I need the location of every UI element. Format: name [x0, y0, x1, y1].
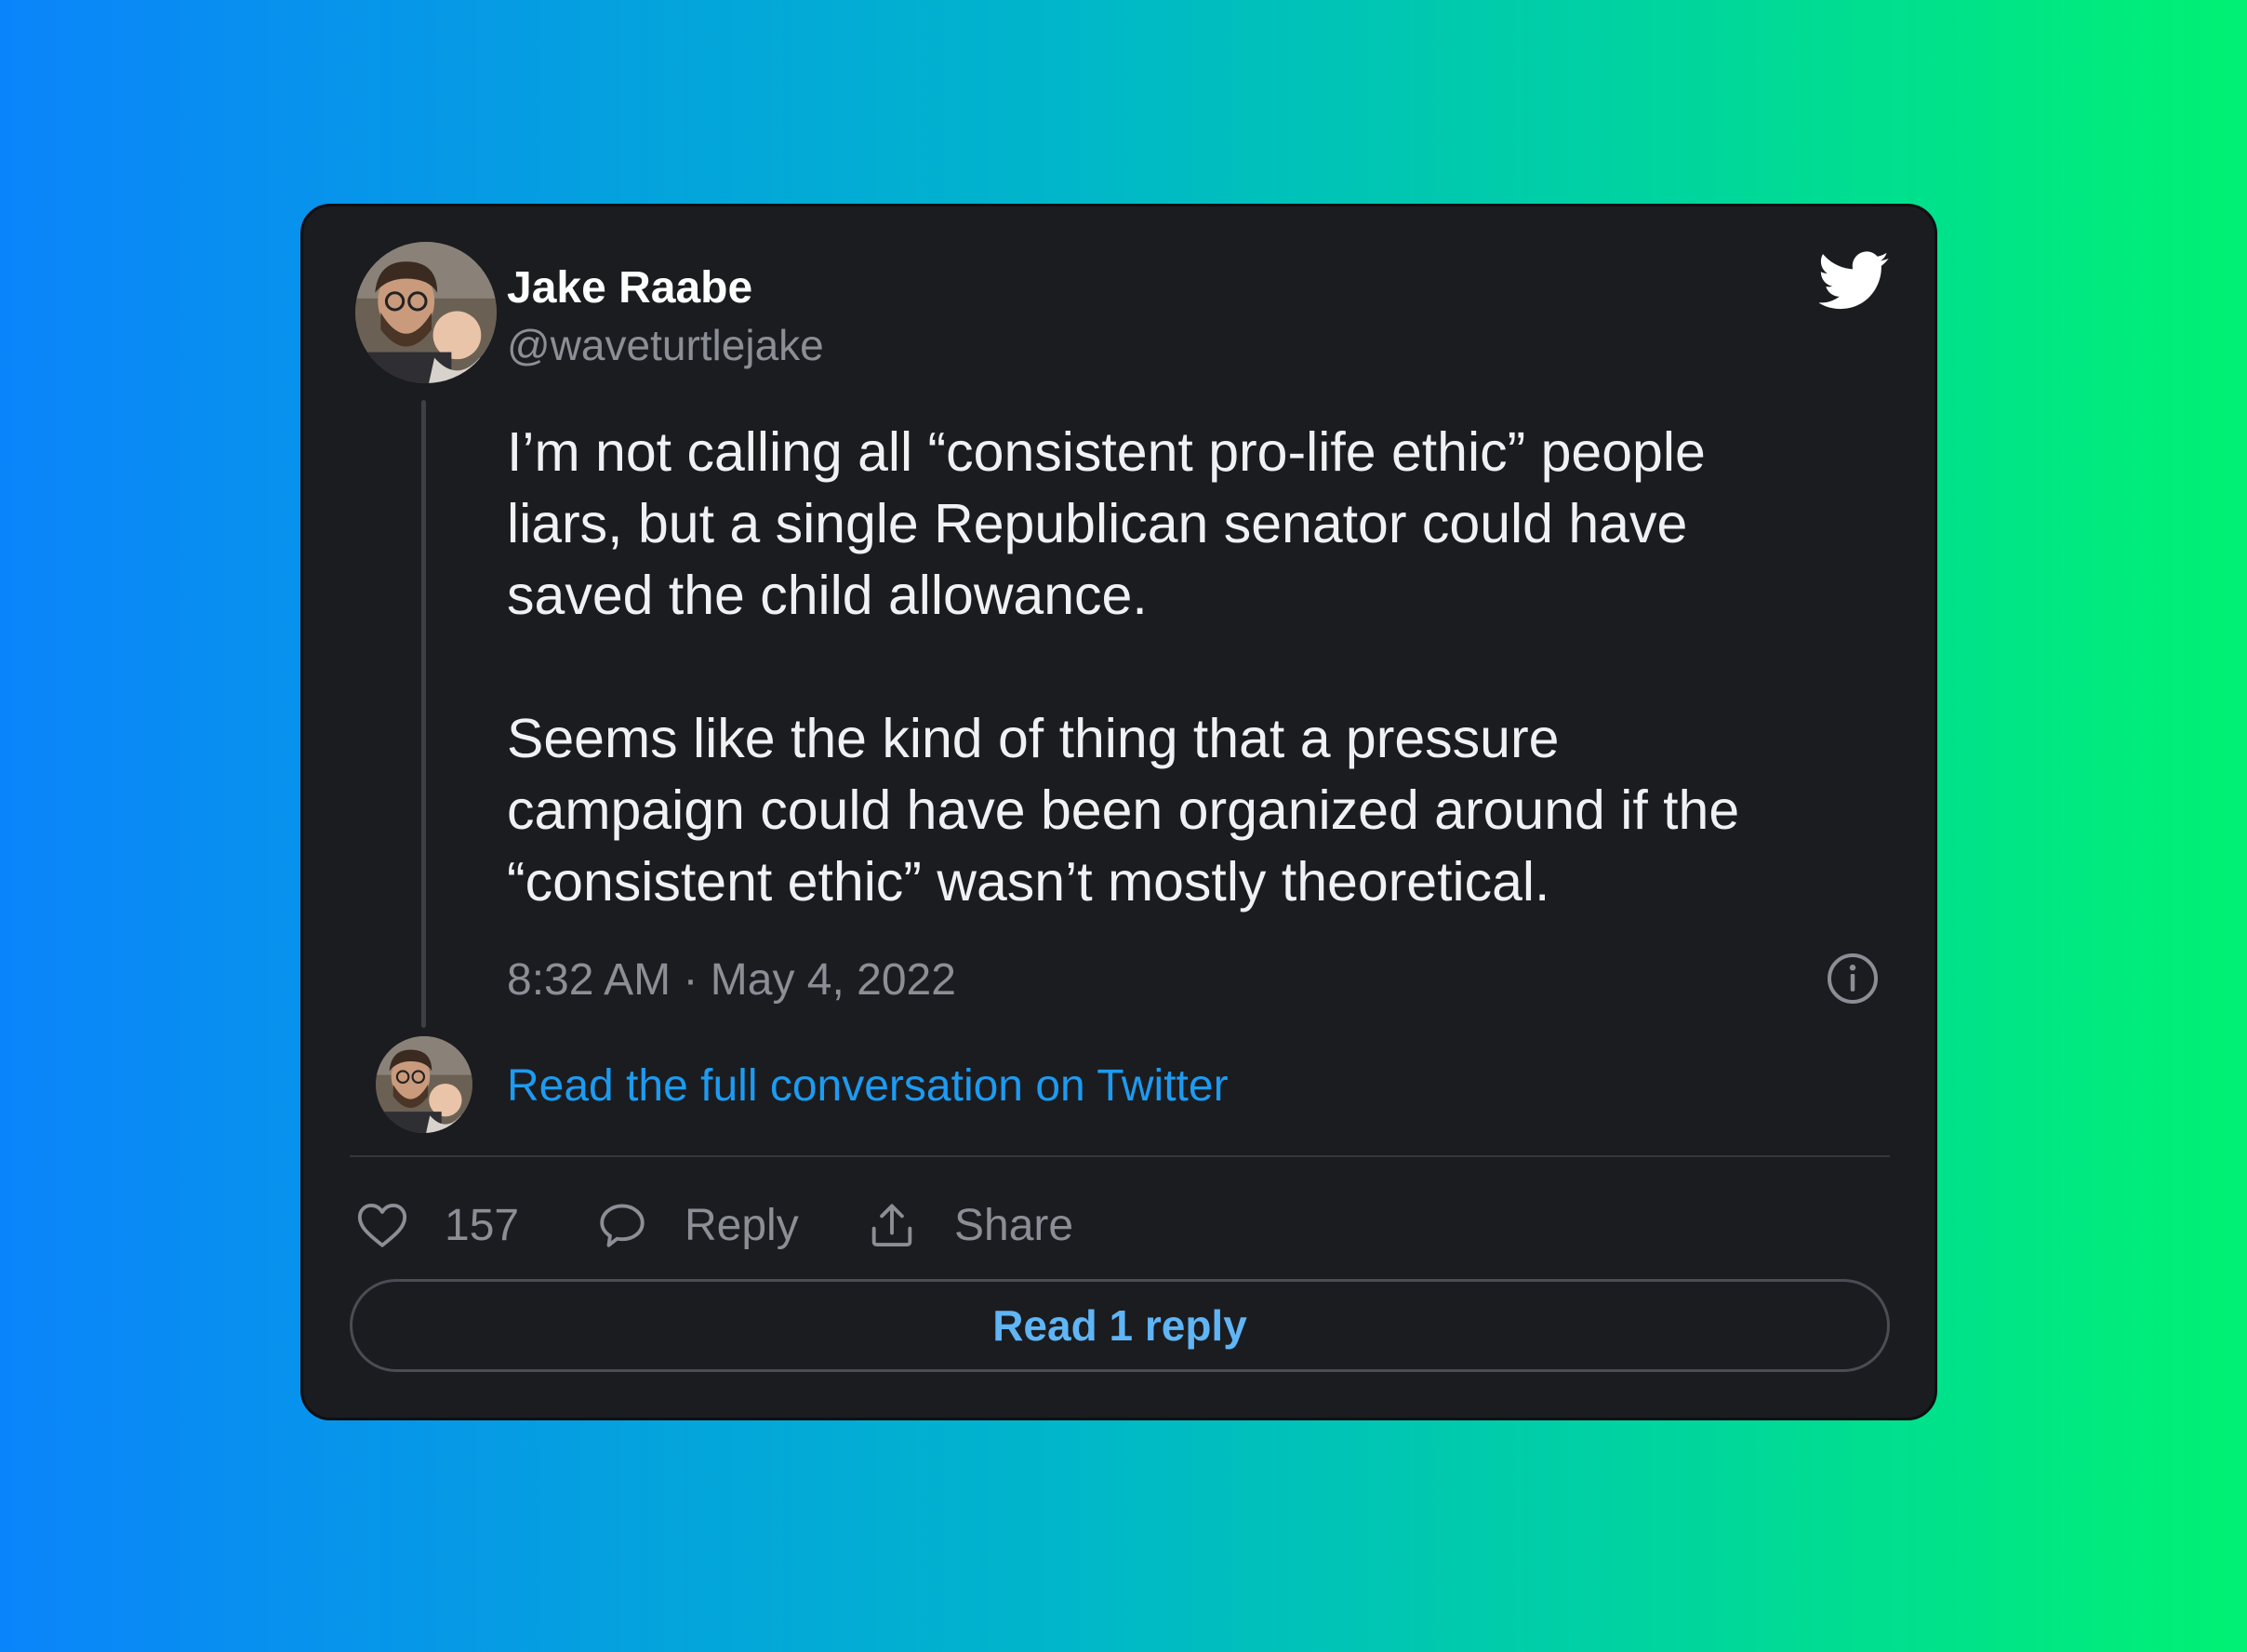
tweet-body: I’m not calling all “consistent pro-life… [507, 417, 1902, 918]
tweet-paragraph: I’m not calling all “consistent pro-life… [507, 421, 1706, 626]
like-count: 157 [445, 1200, 520, 1250]
share-upload-icon [871, 1204, 912, 1246]
thread-connector-line [421, 400, 426, 1028]
author-avatar-image [355, 242, 497, 383]
tweet-card: Jake Raabe @waveturtlejake I’m not calli… [300, 204, 1937, 1420]
reply-label: Reply [685, 1200, 799, 1250]
conversation-avatar-image [376, 1036, 472, 1133]
read-replies-button[interactable]: Read 1 reply [350, 1279, 1890, 1372]
divider [350, 1155, 1890, 1157]
tweet-timestamp[interactable]: 8:32 AM · May 4, 2022 [507, 954, 956, 1006]
author-handle[interactable]: @waveturtlejake [507, 320, 824, 370]
info-icon[interactable] [1825, 951, 1881, 1006]
reply-button[interactable]: Reply [595, 1192, 799, 1258]
author-name[interactable]: Jake Raabe [507, 262, 752, 313]
twitter-bird-icon[interactable] [1819, 251, 1890, 311]
conversation-avatar[interactable] [376, 1036, 472, 1133]
like-button[interactable]: 157 [355, 1192, 519, 1258]
speech-bubble-icon [600, 1204, 645, 1247]
author-avatar[interactable] [355, 242, 497, 383]
read-full-conversation-link[interactable]: Read the full conversation on Twitter [507, 1060, 1229, 1112]
heart-icon [357, 1204, 407, 1247]
tweet-paragraph: Seems like the kind of thing that a pres… [507, 708, 1740, 913]
share-button[interactable]: Share [865, 1192, 1073, 1258]
share-label: Share [954, 1200, 1074, 1250]
